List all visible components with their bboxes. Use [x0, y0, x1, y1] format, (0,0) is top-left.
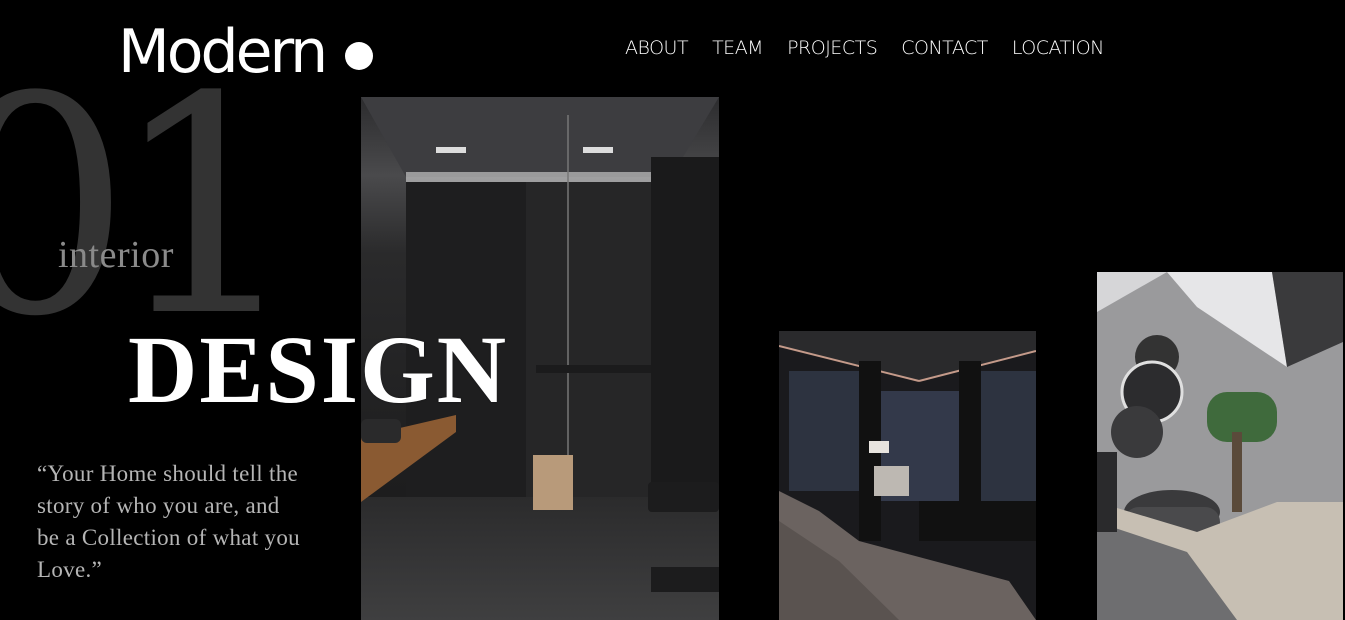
- hero-subtitle: interior: [58, 234, 174, 276]
- nav-link-location[interactable]: LOCATION: [1012, 37, 1105, 59]
- lounge-photo: [779, 331, 1036, 620]
- main-nav: ABOUT TEAM PROJECTS CONTACT LOCATION: [625, 37, 1104, 59]
- nav-link-team[interactable]: TEAM: [712, 37, 764, 59]
- hero-title: DESIGN: [128, 316, 509, 423]
- nav-link-about[interactable]: ABOUT: [625, 37, 689, 59]
- nav-link-projects[interactable]: PROJECTS: [787, 37, 878, 59]
- logo-dot-icon: [345, 42, 374, 70]
- hero-section-number: 01: [0, 33, 302, 382]
- nav-link-contact[interactable]: CONTACT: [901, 37, 988, 59]
- hero-quote: “Your Home should tell the story of who …: [37, 461, 300, 582]
- stone-bath-photo: [1097, 272, 1343, 620]
